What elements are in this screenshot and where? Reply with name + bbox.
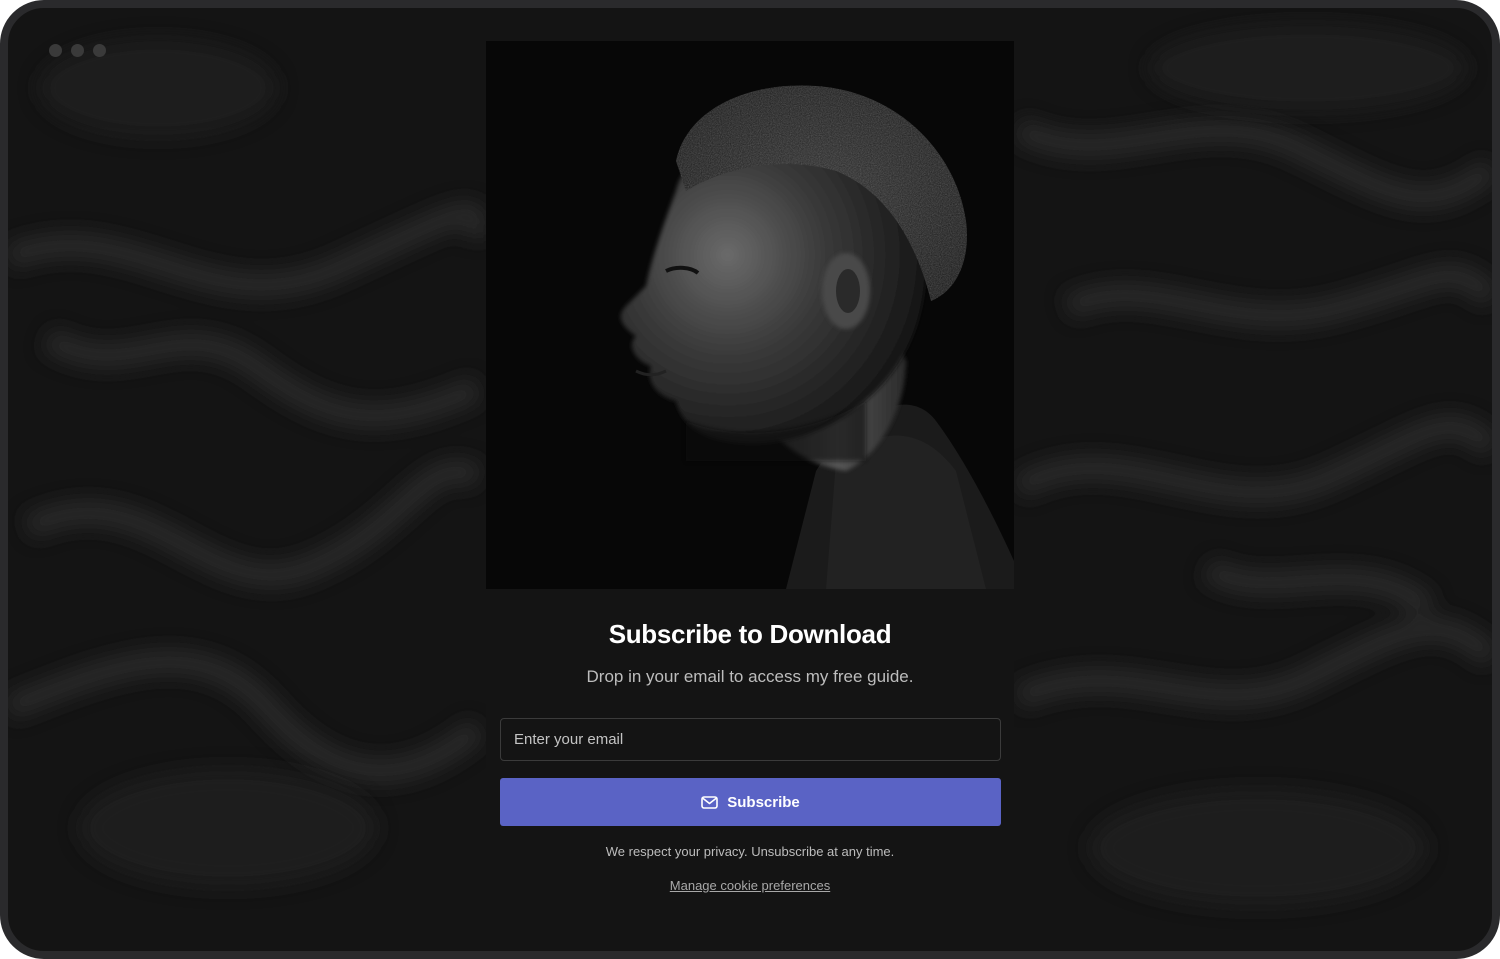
subscribe-button[interactable]: Subscribe <box>500 778 1001 826</box>
portrait-photo <box>486 41 1014 589</box>
mail-icon <box>701 795 719 809</box>
email-field[interactable] <box>500 718 1001 761</box>
page-title: Subscribe to Download <box>608 619 892 649</box>
cookie-preferences-link[interactable]: Manage cookie preferences <box>670 878 830 893</box>
cookie-preferences: Manage cookie preferences <box>486 878 1014 893</box>
window-dot-icon <box>71 44 84 57</box>
window-dot-icon <box>93 44 106 57</box>
subtitle: Drop in your email to access my free gui… <box>586 667 914 686</box>
subscribe-card: Subscribe to Download Drop in your email… <box>486 41 1014 951</box>
window-controls <box>49 44 106 57</box>
app-window: Subscribe to Download Drop in your email… <box>0 0 1500 959</box>
window-dot-icon <box>49 44 62 57</box>
privacy-note: We respect your privacy. Unsubscribe at … <box>605 844 895 859</box>
subscribe-label: Subscribe <box>727 793 800 811</box>
